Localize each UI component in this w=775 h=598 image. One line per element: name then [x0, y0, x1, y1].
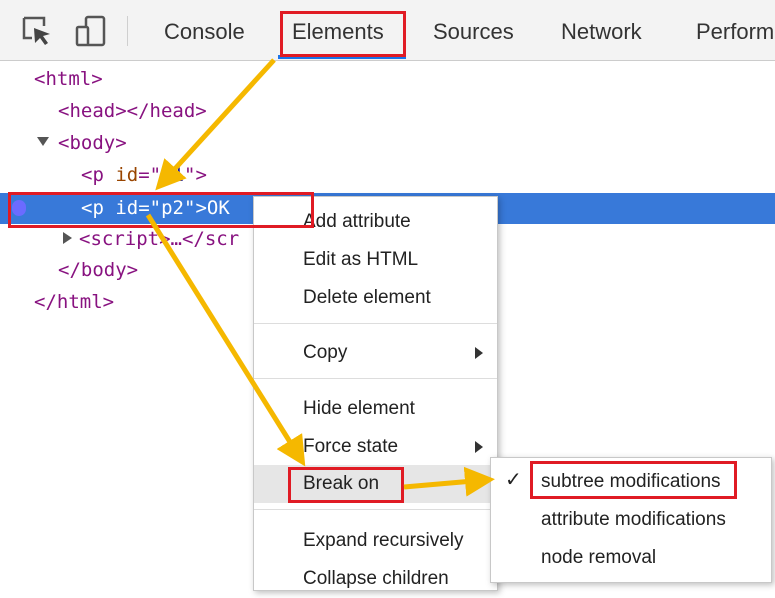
menu-separator — [254, 378, 497, 379]
submenu-arrow-icon — [475, 441, 483, 453]
device-toolbar-icon[interactable] — [74, 14, 108, 48]
dom-html-open[interactable]: <html> — [34, 67, 103, 91]
dom-script[interactable]: <script>…</scr — [79, 227, 239, 251]
menu-item-copy[interactable]: Copy — [254, 334, 497, 372]
menu-separator — [254, 509, 497, 510]
context-menu: Add attribute Edit as HTML Delete elemen… — [253, 196, 498, 591]
dom-body-close[interactable]: </body> — [58, 258, 138, 282]
tab-sources[interactable]: Sources — [433, 19, 514, 45]
dom-p1[interactable]: <p id="p1"> — [81, 163, 207, 187]
menu-item-force-state[interactable]: Force state — [254, 428, 497, 466]
highlight-box-elements-tab — [280, 11, 406, 57]
menu-item-delete-element[interactable]: Delete element — [254, 279, 497, 317]
submenu-arrow-icon — [475, 347, 483, 359]
menu-item-edit-as-html[interactable]: Edit as HTML — [254, 241, 497, 279]
submenu-arrow-icon — [475, 478, 483, 490]
menu-item-hide-element[interactable]: Hide element — [254, 390, 497, 428]
highlight-box-subtree-modifications — [530, 461, 737, 499]
menu-separator — [254, 323, 497, 324]
collapsed-triangle-icon[interactable] — [63, 232, 72, 244]
dom-body-open[interactable]: <body> — [58, 131, 127, 155]
menu-item-expand-recursively[interactable]: Expand recursively — [254, 522, 497, 560]
dom-html-close[interactable]: </html> — [34, 290, 114, 314]
tab-performance[interactable]: Perform — [696, 19, 774, 45]
dom-head[interactable]: <head></head> — [58, 99, 207, 123]
tab-console[interactable]: Console — [164, 19, 245, 45]
highlight-box-selected-node — [8, 192, 314, 228]
expand-triangle-icon[interactable] — [37, 137, 49, 146]
inspect-element-icon[interactable] — [20, 14, 54, 48]
submenu-item-attribute-modifications[interactable]: attribute modifications — [491, 501, 771, 539]
highlight-box-break-on — [288, 467, 404, 503]
menu-item-collapse-children[interactable]: Collapse children — [254, 560, 497, 598]
submenu-item-node-removal[interactable]: node removal — [491, 539, 771, 577]
tab-network[interactable]: Network — [561, 19, 642, 45]
toolbar-separator — [127, 16, 128, 46]
